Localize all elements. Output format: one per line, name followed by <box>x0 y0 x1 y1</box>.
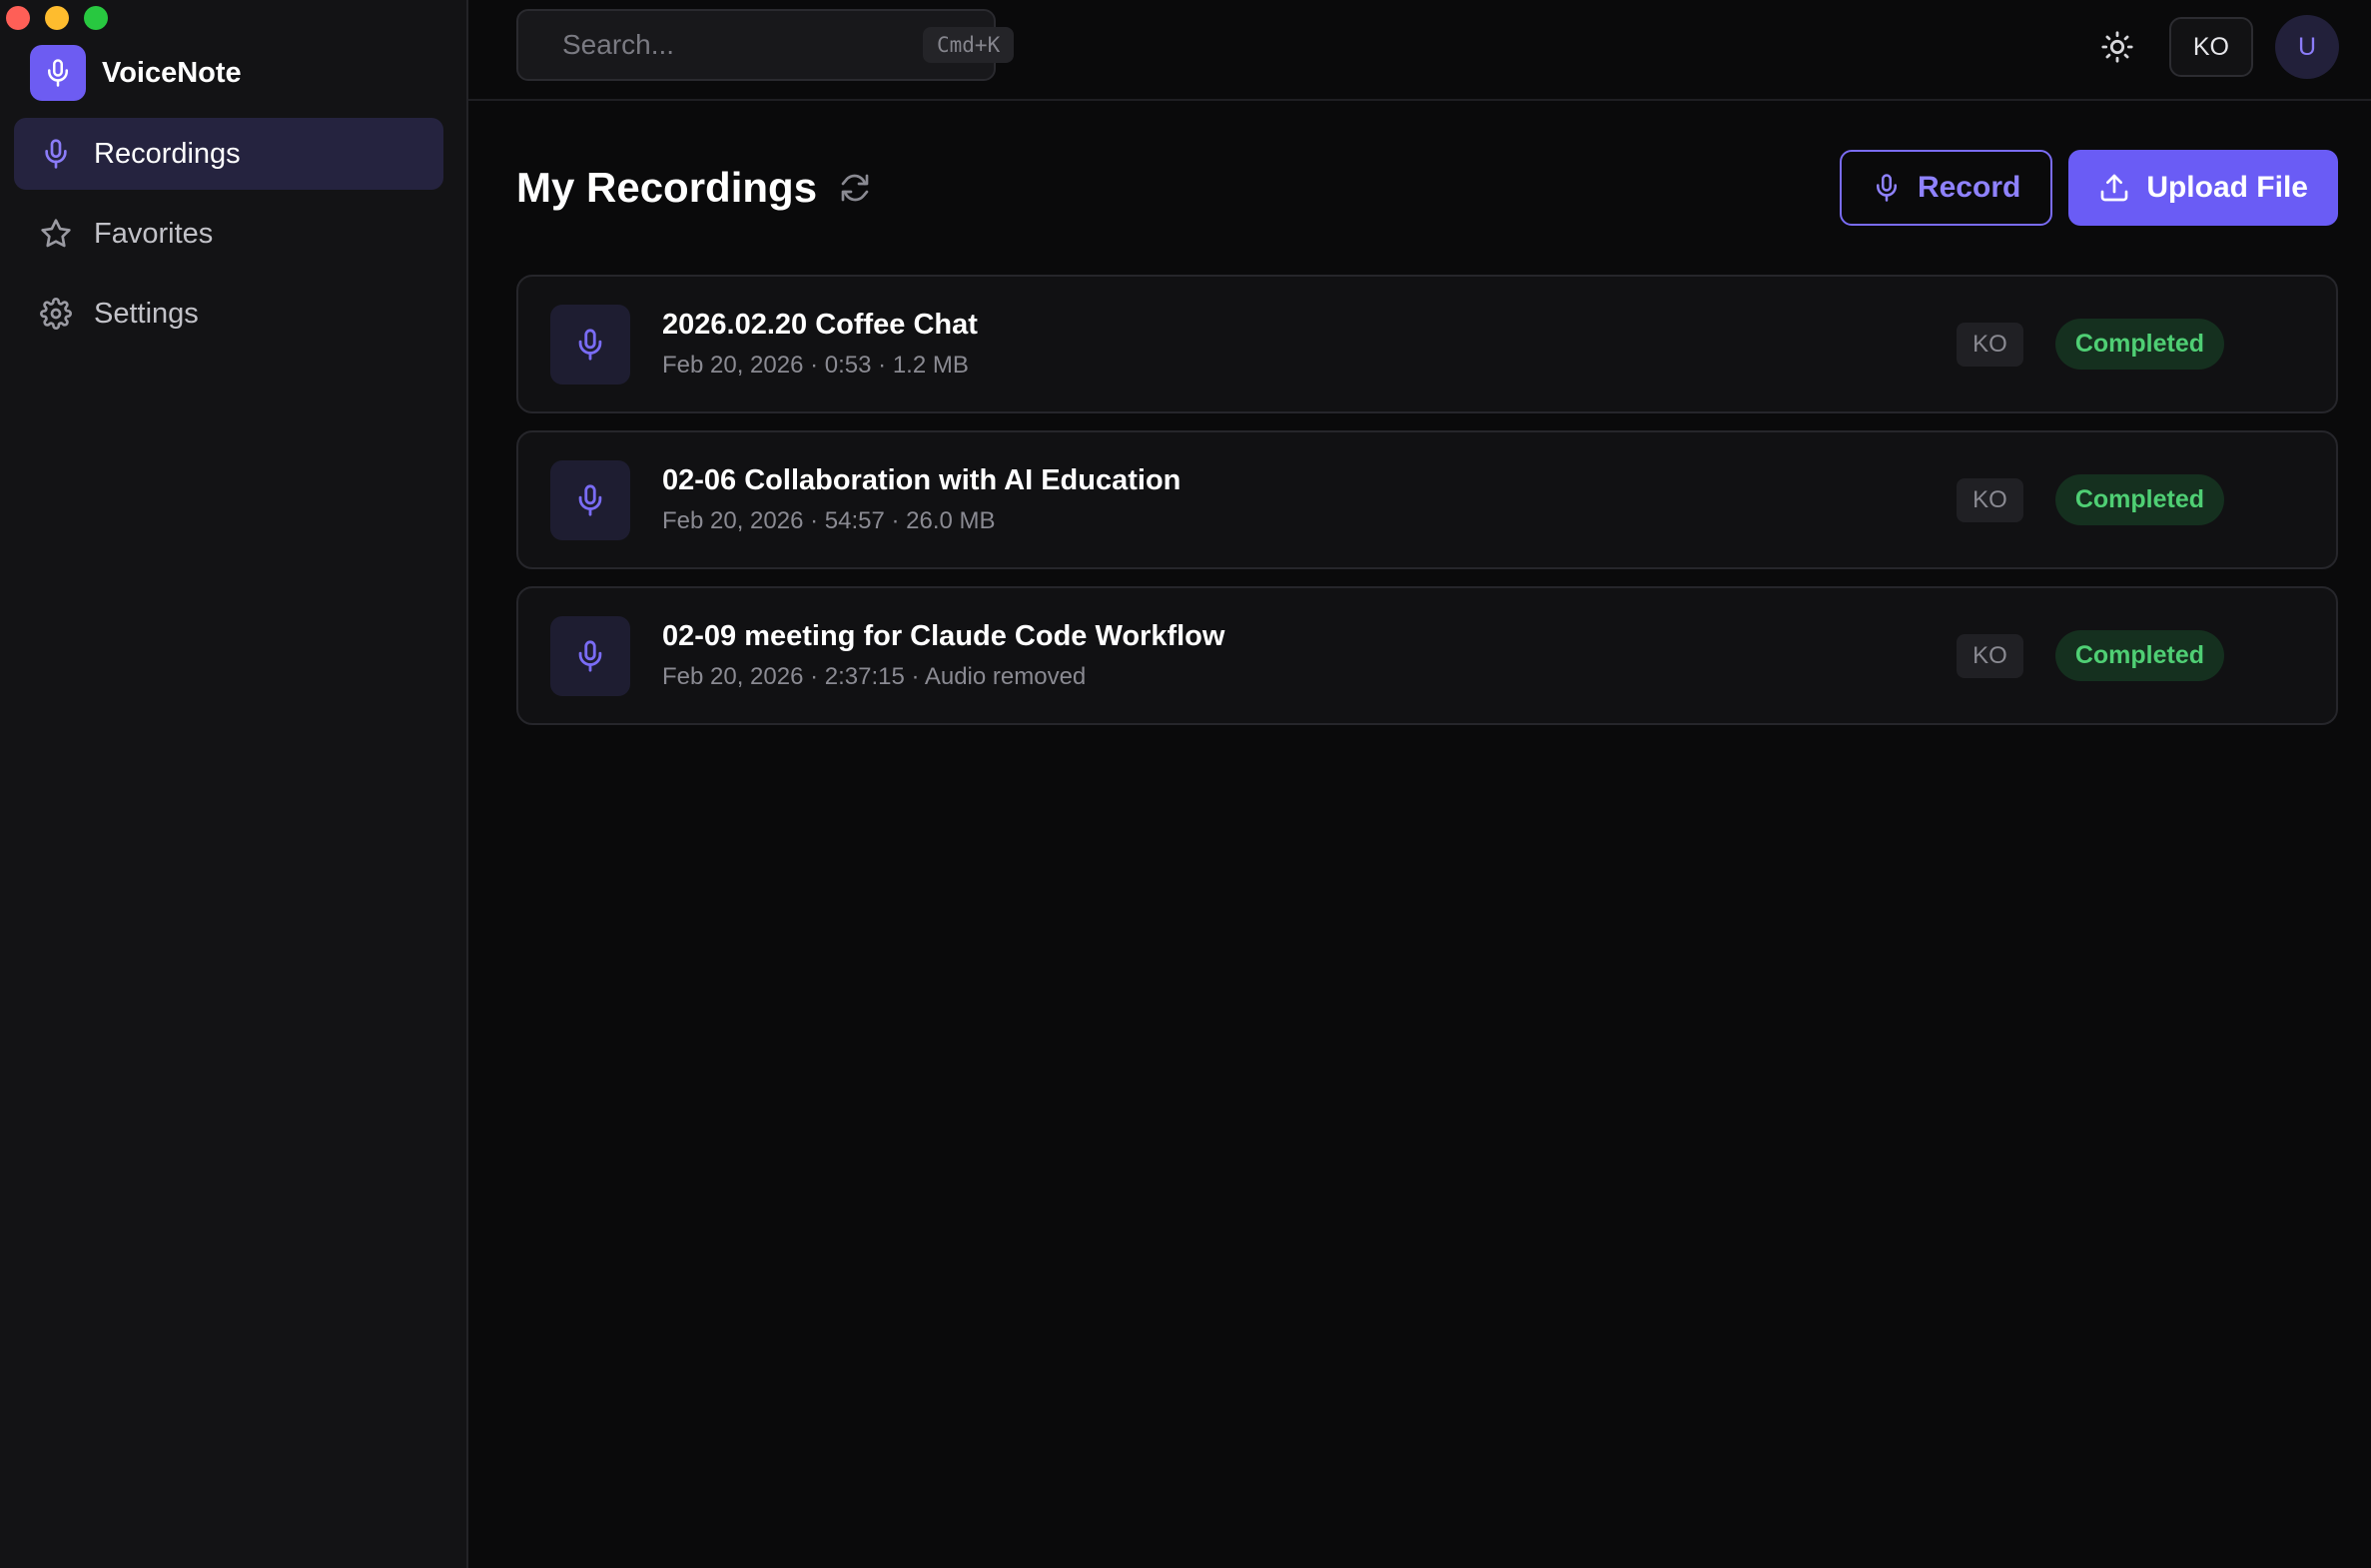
record-button[interactable]: Record <box>1839 150 2053 226</box>
recording-meta: Feb 20, 2026 · 54:57 · 26.0 MB <box>662 507 996 534</box>
theme-toggle-button[interactable] <box>2087 17 2147 77</box>
title-group: My Recordings <box>516 164 871 212</box>
top-right-controls: KO U <box>2087 15 2339 79</box>
brand-mic-icon <box>30 45 86 101</box>
recording-info: 02-06 Collaboration with AI Education Fe… <box>662 464 1957 535</box>
main-area: Cmd+K KO U My Record <box>468 0 2371 1568</box>
recording-badges: KO Completed <box>1957 630 2224 681</box>
brand[interactable]: VoiceNote <box>30 45 242 101</box>
recording-badges: KO Completed <box>1957 319 2224 370</box>
language-badge: KO <box>1957 322 2023 367</box>
recording-title: 2026.02.20 Coffee Chat <box>662 309 978 341</box>
sidebar-nav: Recordings Favorites Settings <box>14 118 443 358</box>
sidebar-item-label: Favorites <box>94 217 214 250</box>
search-shortcut: Cmd+K <box>923 27 1015 63</box>
status-badge: Completed <box>2054 319 2224 370</box>
page-header: My Recordings Record Upload File <box>516 150 2338 226</box>
search-box[interactable]: Cmd+K <box>516 9 1015 81</box>
window-controls <box>6 6 108 30</box>
recording-info: 2026.02.20 Coffee Chat Feb 20, 2026 · 0:… <box>662 309 1957 380</box>
recording-title: 02-09 meeting for Claude Code Workflow <box>662 620 1225 652</box>
recordings-section: My Recordings Record Upload File 2026.02… <box>516 150 2338 742</box>
mic-icon <box>1876 174 1897 202</box>
recording-item[interactable]: 02-06 Collaboration with AI Education Fe… <box>516 430 2338 569</box>
star-icon <box>41 219 71 248</box>
refresh-icon[interactable] <box>839 172 871 204</box>
gear-icon <box>40 298 72 330</box>
recording-meta: Feb 20, 2026 · 0:53 · 1.2 MB <box>662 352 969 379</box>
upload-label: Upload File <box>2146 171 2308 204</box>
recording-mic-icon <box>550 459 630 540</box>
window-close-button[interactable] <box>6 6 30 30</box>
language-button[interactable]: KO <box>2168 17 2253 77</box>
sidebar-item-favorites[interactable]: Favorites <box>14 198 443 270</box>
mic-icon <box>45 139 67 169</box>
language-badge: KO <box>1957 477 2023 522</box>
header-actions: Record Upload File <box>1839 150 2338 226</box>
recordings-list: 2026.02.20 Coffee Chat Feb 20, 2026 · 0:… <box>516 275 2338 725</box>
upload-icon <box>2100 174 2128 202</box>
recording-title: 02-06 Collaboration with AI Education <box>662 464 1182 496</box>
status-badge: Completed <box>2054 630 2224 681</box>
user-avatar[interactable]: U <box>2275 15 2339 79</box>
window-maximize-button[interactable] <box>84 6 108 30</box>
language-badge: KO <box>1957 633 2023 678</box>
search-input[interactable] <box>562 29 923 61</box>
status-badge: Completed <box>2054 474 2224 525</box>
sidebar-item-recordings[interactable]: Recordings <box>14 118 443 190</box>
recording-mic-icon <box>550 615 630 696</box>
window-minimize-button[interactable] <box>45 6 69 30</box>
recording-mic-icon <box>550 304 630 385</box>
sidebar: VoiceNote Recordings Favorites Settings <box>0 0 468 1568</box>
sidebar-item-settings[interactable]: Settings <box>14 278 443 350</box>
recording-meta: Feb 20, 2026 · 2:37:15 · Audio removed <box>662 663 1087 690</box>
page-title: My Recordings <box>516 164 818 211</box>
sidebar-item-label: Recordings <box>94 137 241 170</box>
recording-info: 02-09 meeting for Claude Code Workflow F… <box>662 620 1957 691</box>
sidebar-item-label: Settings <box>94 297 199 330</box>
upload-file-button[interactable]: Upload File <box>2068 150 2338 226</box>
top-bar: Cmd+K KO U <box>468 0 2371 101</box>
sun-icon <box>2101 31 2133 63</box>
brand-name: VoiceNote <box>102 56 242 89</box>
recording-item[interactable]: 2026.02.20 Coffee Chat Feb 20, 2026 · 0:… <box>516 275 2338 413</box>
record-label: Record <box>1917 171 2021 204</box>
recording-item[interactable]: 02-09 meeting for Claude Code Workflow F… <box>516 586 2338 725</box>
recording-badges: KO Completed <box>1957 474 2224 525</box>
app-window: VoiceNote Recordings Favorites Settings … <box>0 0 2371 1568</box>
